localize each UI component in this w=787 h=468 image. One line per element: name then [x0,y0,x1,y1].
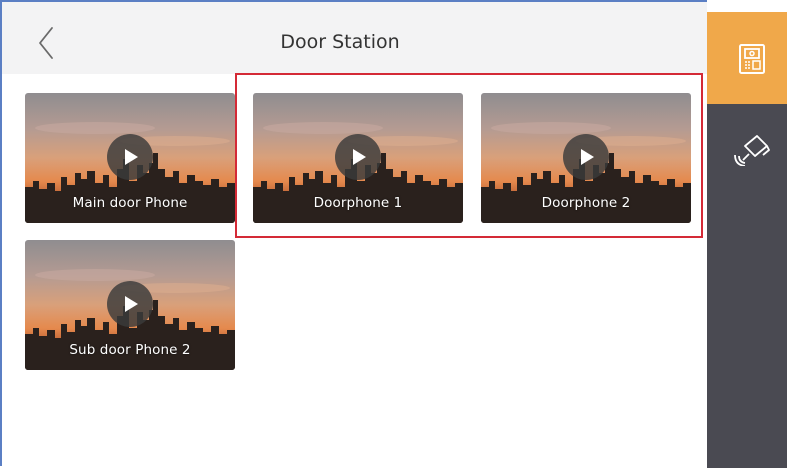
play-icon[interactable] [107,134,153,180]
device-tile-sub-door-phone-2[interactable]: Sub door Phone 2 [25,240,235,370]
door-station-icon [739,44,765,74]
camera-icon [734,135,770,166]
right-sidebar [707,12,787,468]
device-label: Sub door Phone 2 [69,342,191,358]
play-icon[interactable] [563,134,609,180]
play-icon[interactable] [107,281,153,327]
device-label: Main door Phone [72,195,188,211]
device-tile-doorphone-2[interactable]: Doorphone 2 [481,93,691,223]
sidebar-item-camera[interactable] [707,104,787,194]
device-grid: Main door Phone Doorphone 1 Doorphone 2 … [2,74,707,468]
page-title: Door Station [280,31,400,53]
device-label: Doorphone 1 [313,195,403,211]
device-tile-doorphone-1[interactable]: Doorphone 1 [253,93,463,223]
device-label: Doorphone 2 [541,195,631,211]
device-tile-main-door-phone[interactable]: Main door Phone [25,93,235,223]
play-icon[interactable] [335,134,381,180]
header-bar: Door Station [2,2,707,74]
sidebar-item-door-station[interactable] [707,12,787,104]
